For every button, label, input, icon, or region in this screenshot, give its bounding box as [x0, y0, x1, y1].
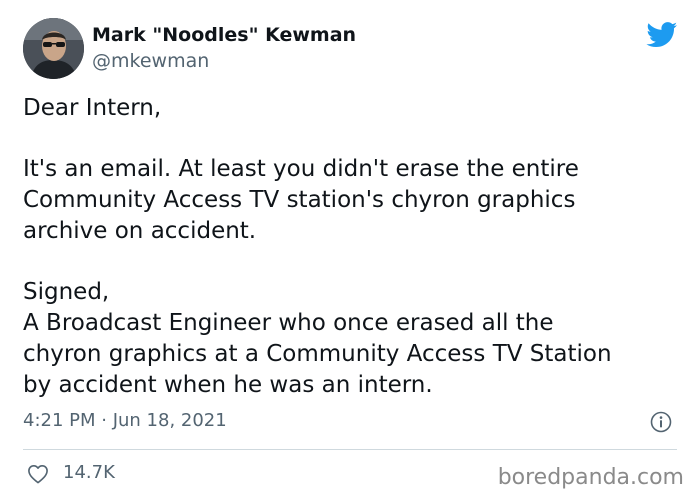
- tweet-line: Signed,: [23, 279, 110, 305]
- avatar[interactable]: [23, 18, 84, 79]
- tweet-line: It's an email. At least you didn't erase…: [23, 156, 579, 182]
- divider: [23, 449, 677, 450]
- tweet-line: A Broadcast Engineer who once erased all…: [23, 310, 554, 336]
- tweet-line: Community Access TV station's chyron gra…: [23, 187, 576, 213]
- tweet-line: chyron graphics at a Community Access TV…: [23, 341, 612, 367]
- heart-icon[interactable]: [27, 464, 49, 484]
- tweet-text: Dear Intern, It's an email. At least you…: [23, 93, 693, 401]
- twitter-bird-icon[interactable]: [646, 22, 678, 48]
- tweet-line: archive on accident.: [23, 218, 257, 244]
- author-display-name[interactable]: Mark "Noodles" Kewman: [92, 24, 356, 46]
- author-handle[interactable]: @mkewman: [92, 50, 209, 72]
- tweet-line: by accident when he was an intern.: [23, 372, 433, 398]
- tweet-timestamp[interactable]: 4:21 PM · Jun 18, 2021: [23, 410, 227, 431]
- like-count[interactable]: 14.7K: [63, 462, 115, 483]
- tweet-line: Dear Intern,: [23, 95, 162, 121]
- info-icon[interactable]: [650, 411, 672, 433]
- watermark: boredpanda.com: [497, 465, 684, 490]
